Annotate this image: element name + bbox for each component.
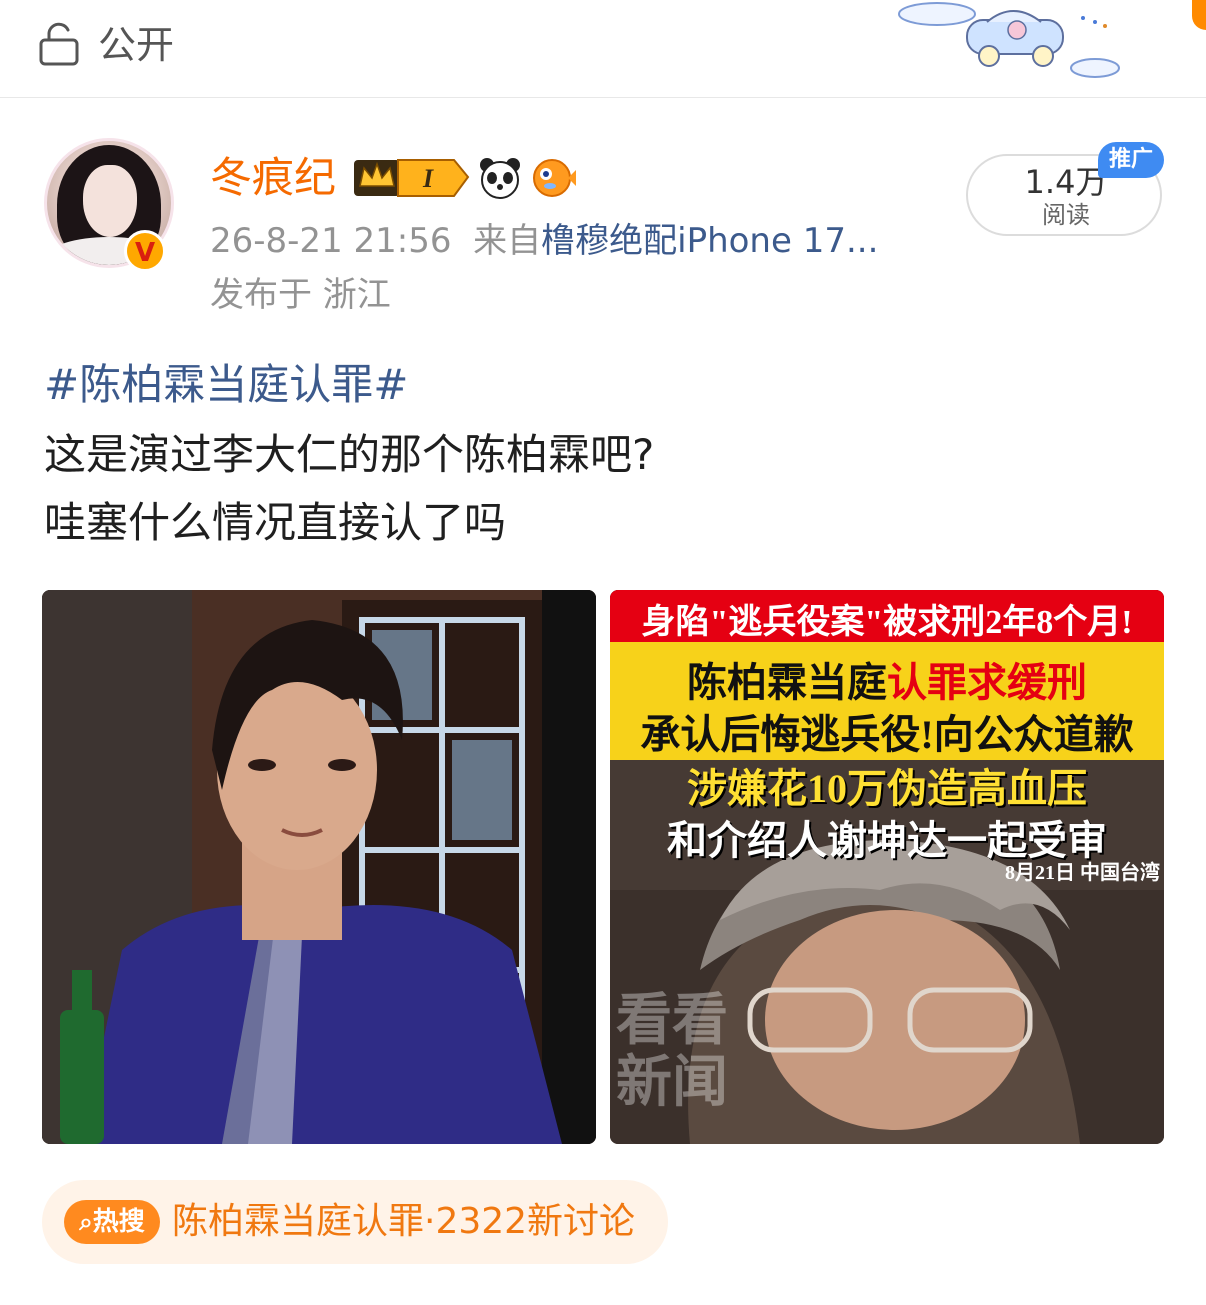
post-body-line: 这是演过李大仁的那个陈柏霖吧? (44, 430, 655, 479)
post-image-right[interactable]: 身陷"逃兵役案"被求刑2年8个月! 陈柏霖当庭认罪求缓刑 承认后悔逃兵役!向公众… (610, 590, 1164, 1144)
image-watermark: 看看新闻 (616, 990, 728, 1114)
unlock-icon[interactable] (38, 22, 80, 66)
top-bar: 公开 (0, 0, 1206, 98)
panda-icon (480, 158, 520, 199)
post-body-line: 哇塞什么情况直接认了吗 (44, 498, 507, 547)
post-location: 发布于 浙江 (210, 275, 391, 315)
hot-search-link[interactable]: ⌕热搜 陈柏霖当庭认罪·2322新讨论 (42, 1180, 668, 1264)
cloud-car-sticker-icon (898, 2, 1120, 78)
author-name[interactable]: 冬痕纪 (210, 152, 336, 204)
hashtag-link[interactable]: #陈柏霖当庭认罪# (44, 358, 408, 412)
image-headline-line2: 承认后悔逃兵役!向公众道歉 (640, 712, 1134, 757)
source-prefix: 来自 (473, 221, 542, 261)
post-source-link[interactable]: 橹穆绝配iPhone 17... (541, 221, 878, 261)
hot-search-text: 陈柏霖当庭认罪·2322新讨论 (172, 1201, 636, 1242)
man-in-purple-shirt-photo-icon (42, 590, 596, 1144)
crown-member-icon[interactable]: I (354, 156, 470, 198)
pufferfish-icon (533, 159, 576, 197)
status-edge (1192, 0, 1206, 30)
read-label: 阅读 (1042, 201, 1090, 229)
image-headline-line3: 涉嫌花10万伪造高血压 (687, 766, 1087, 811)
post-meta: 26-8-21 21:56 来自橹穆绝配iPhone 17... (210, 218, 878, 264)
hot-search-icon: ⌕热搜 (64, 1200, 160, 1244)
image-dateline: 8月21日 中国台湾 (1005, 862, 1160, 884)
headline-black-part: 陈柏霖当庭 (687, 660, 887, 705)
visibility-label[interactable]: 公开 (98, 22, 174, 68)
post-image-left[interactable] (42, 590, 596, 1144)
post-timestamp: 26-8-21 21:56 (210, 221, 452, 261)
image-banner-top: 身陷"逃兵役案"被求刑2年8个月! (641, 604, 1133, 641)
image-headline-line1: 陈柏霖当庭认罪求缓刑 (610, 650, 1164, 708)
svg-text:I: I (422, 164, 434, 193)
headline-red-part: 认罪求缓刑 (887, 660, 1087, 705)
verified-badge-icon: V (124, 230, 166, 272)
promo-tag[interactable]: 推广 (1098, 142, 1164, 178)
